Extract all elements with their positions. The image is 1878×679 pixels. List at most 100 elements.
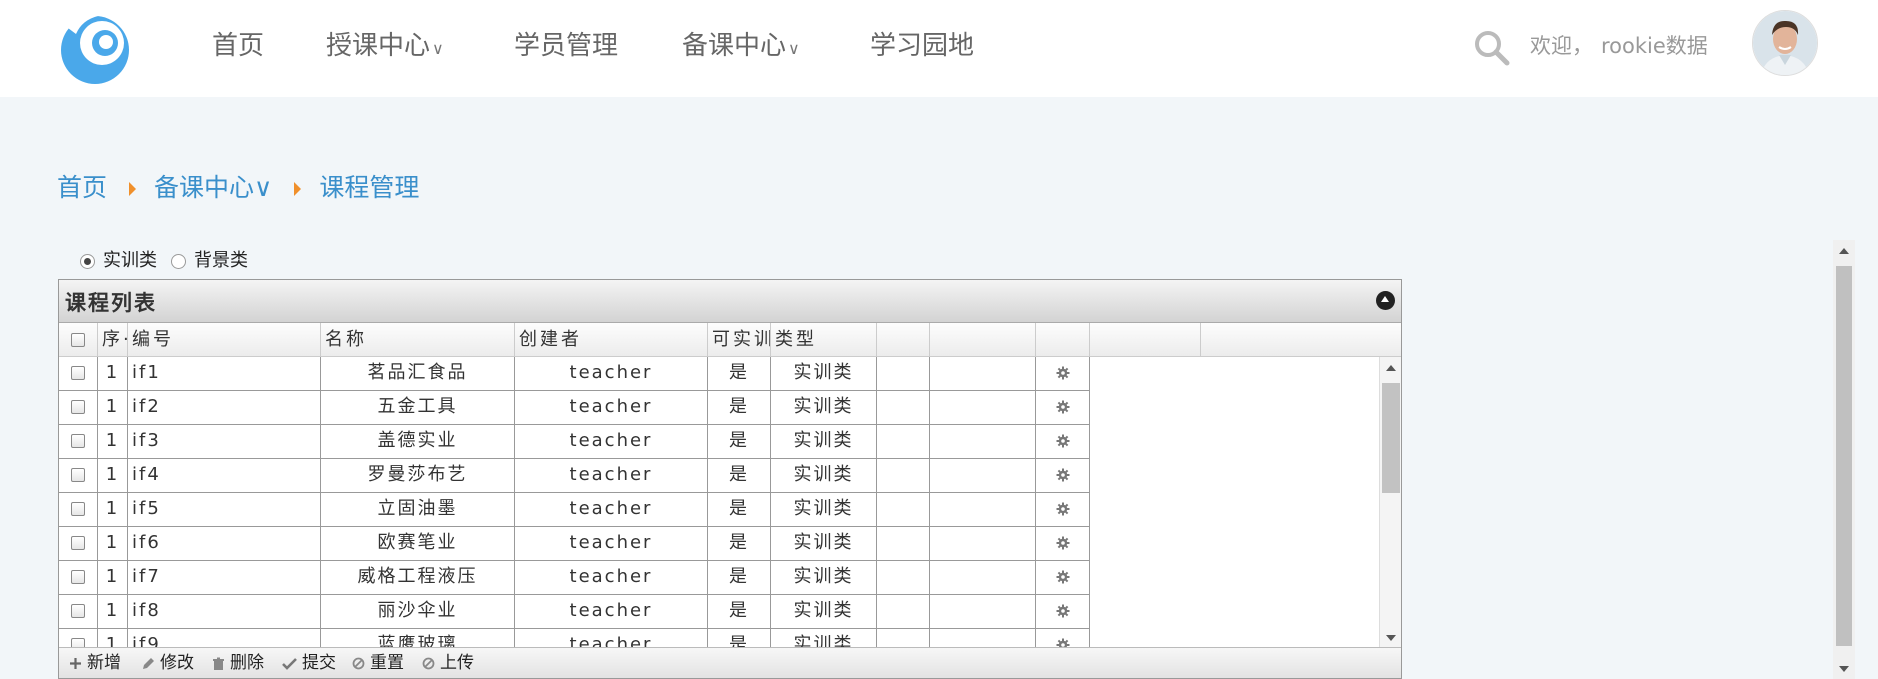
check-icon: [282, 658, 297, 670]
row-creator: teacher: [515, 561, 708, 595]
row-select-cell: [59, 527, 98, 561]
gear-icon[interactable]: [1056, 434, 1070, 448]
row-checkbox[interactable]: [71, 434, 85, 448]
radio-practical-label[interactable]: 实训类: [103, 250, 157, 271]
search-icon[interactable]: [1472, 28, 1512, 68]
scroll-down-icon[interactable]: [1839, 666, 1849, 672]
row-type: 实训类: [771, 595, 877, 629]
row-action-cell: [1036, 629, 1090, 647]
avatar[interactable]: [1752, 10, 1818, 76]
row-code: if6: [128, 527, 321, 561]
row-checkbox[interactable]: [71, 604, 85, 618]
table-row[interactable]: 1 if6 欧赛笔业 teacher 是实训类: [59, 527, 1353, 561]
username[interactable]: rookie数据: [1601, 34, 1708, 58]
gear-icon[interactable]: [1056, 366, 1070, 380]
page-scrollbar[interactable]: [1833, 240, 1855, 679]
row-checkbox[interactable]: [71, 400, 85, 414]
row-action-cell: [1036, 493, 1090, 527]
reset-icon: [352, 657, 365, 670]
row-seq: 1: [98, 425, 128, 459]
breadcrumb: 首页 备课中心∨ 课程管理: [57, 170, 419, 206]
trash-icon: [213, 657, 224, 670]
chevron-down-icon: ∨: [432, 39, 444, 58]
submit-button[interactable]: 提交: [282, 651, 336, 675]
row-checkbox[interactable]: [71, 638, 85, 647]
row-checkbox[interactable]: [71, 502, 85, 516]
add-button[interactable]: 新增: [69, 651, 121, 675]
upload-button[interactable]: 上传: [422, 651, 474, 675]
col-name[interactable]: 名称: [321, 323, 515, 356]
nav-item-learning-garden[interactable]: 学习园地: [870, 26, 974, 66]
col-trainable[interactable]: 可实训: [708, 323, 771, 356]
logo-icon[interactable]: [58, 10, 133, 85]
row-name: 盖德实业: [321, 425, 515, 459]
col-extra-3: [1090, 323, 1201, 356]
breadcrumb-home[interactable]: 首页: [57, 170, 107, 206]
table-row[interactable]: 1 if7 威格工程液压 teacher 是实训类: [59, 561, 1353, 595]
row-select-cell: [59, 561, 98, 595]
nav-item-home[interactable]: 首页: [212, 26, 264, 66]
table-row[interactable]: 1 if3 盖德实业 teacher 是实训类: [59, 425, 1353, 459]
row-seq: 1: [98, 527, 128, 561]
col-code[interactable]: 编号: [128, 323, 321, 356]
grid-scroll-thumb[interactable]: [1382, 383, 1400, 493]
course-type-filter: 实训类 背景类: [80, 248, 262, 274]
reset-button[interactable]: 重置: [352, 651, 404, 675]
nav-item-prep-center[interactable]: 备课中心 ∨: [682, 26, 800, 66]
table-row[interactable]: 1 if4 罗曼莎布艺 teacher 是实训类: [59, 459, 1353, 493]
table-row[interactable]: 1 if5 立固油墨 teacher 是实训类: [59, 493, 1353, 527]
row-checkbox[interactable]: [71, 536, 85, 550]
scroll-up-icon[interactable]: [1839, 248, 1849, 254]
table-row[interactable]: 1 if8 丽沙伞业 teacher 是实训类: [59, 595, 1353, 629]
panel-header: 课程列表: [59, 280, 1401, 323]
edit-button[interactable]: 修改: [141, 651, 194, 675]
breadcrumb-course-management[interactable]: 课程管理: [319, 170, 419, 206]
nav-item-student-management[interactable]: 学员管理: [514, 26, 618, 66]
col-type[interactable]: 类型: [771, 323, 877, 356]
row-seq: 1: [98, 493, 128, 527]
row-action-cell: [1036, 561, 1090, 595]
table-row[interactable]: 1 if9 蓝鹰玻璃 teacher 是实训类: [59, 629, 1353, 647]
radio-background[interactable]: [171, 253, 186, 269]
row-select-cell: [59, 595, 98, 629]
row-name: 五金工具: [321, 391, 515, 425]
col-actions: [1036, 323, 1090, 356]
row-empty-cell: [877, 527, 930, 561]
row-empty-cell: [877, 357, 930, 391]
gear-icon[interactable]: [1056, 502, 1070, 516]
col-extra-1: [877, 323, 930, 356]
grid-scrollbar[interactable]: [1379, 357, 1401, 647]
row-checkbox[interactable]: [71, 366, 85, 380]
table-row[interactable]: 1 if1 茗品汇食品 teacher 是实训类: [59, 357, 1353, 391]
table-row[interactable]: 1 if2 五金工具 teacher 是实训类: [59, 391, 1353, 425]
breadcrumb-prep-center[interactable]: 备课中心∨: [154, 170, 272, 206]
gear-icon[interactable]: [1056, 570, 1070, 584]
pencil-icon: [143, 657, 154, 669]
page-scroll-thumb[interactable]: [1836, 266, 1852, 646]
gear-icon[interactable]: [1056, 536, 1070, 550]
row-action-cell: [1036, 595, 1090, 629]
radio-practical[interactable]: [80, 253, 95, 269]
col-seq[interactable]: 序·: [98, 323, 128, 356]
scroll-down-icon[interactable]: [1386, 635, 1396, 641]
row-empty-cell: [930, 357, 1036, 391]
gear-icon[interactable]: [1056, 468, 1070, 482]
row-trainable: 是: [708, 595, 771, 629]
nav-item-teaching-center[interactable]: 授课中心 ∨: [326, 26, 444, 66]
delete-button[interactable]: 删除: [212, 651, 264, 675]
scroll-up-icon[interactable]: [1386, 365, 1396, 371]
row-type: 实训类: [771, 493, 877, 527]
row-checkbox[interactable]: [71, 468, 85, 482]
col-creator[interactable]: 创建者: [515, 323, 708, 356]
row-checkbox[interactable]: [71, 570, 85, 584]
row-code: if3: [128, 425, 321, 459]
gear-icon[interactable]: [1056, 638, 1070, 647]
gear-icon[interactable]: [1056, 400, 1070, 414]
row-trainable: 是: [708, 357, 771, 391]
row-type: 实训类: [771, 391, 877, 425]
row-code: if2: [128, 391, 321, 425]
select-all-checkbox[interactable]: [71, 333, 85, 347]
gear-icon[interactable]: [1056, 604, 1070, 618]
radio-background-label[interactable]: 背景类: [194, 250, 248, 271]
collapse-icon[interactable]: [1376, 291, 1395, 310]
